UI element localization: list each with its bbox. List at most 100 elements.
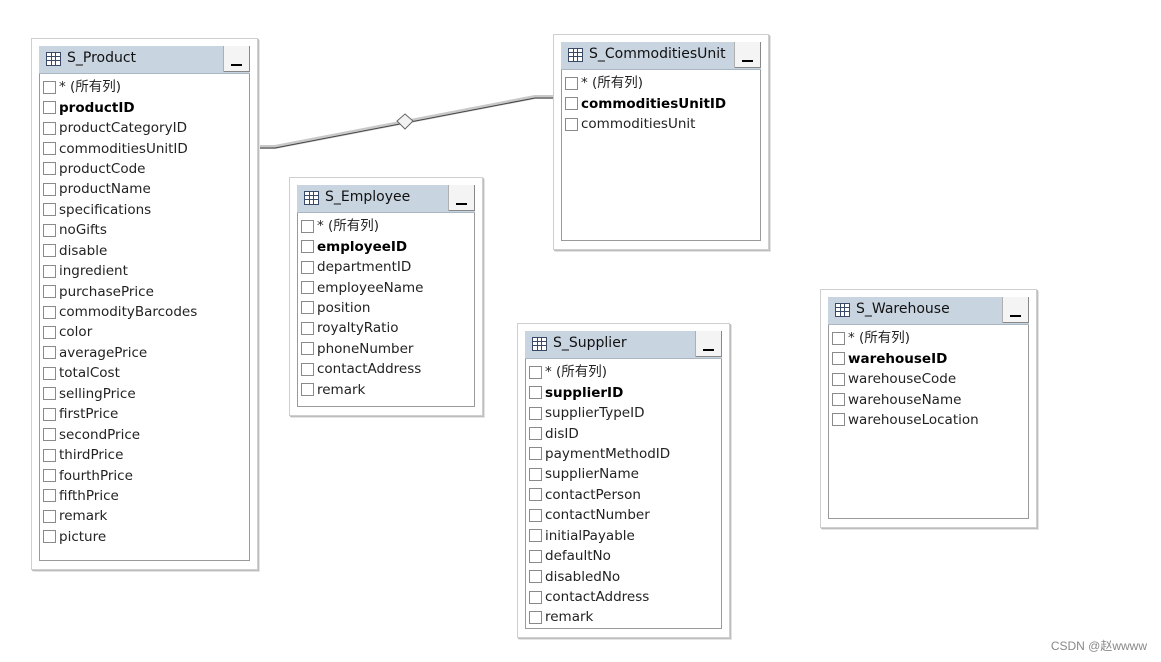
column-checkbox[interactable]: [832, 352, 845, 366]
column-row[interactable]: * (所有列): [829, 328, 1028, 348]
minimize-button[interactable]: [734, 42, 761, 68]
column-checkbox[interactable]: [43, 121, 56, 135]
column-row[interactable]: paymentMethodID: [526, 444, 721, 464]
column-checkbox[interactable]: [529, 406, 542, 420]
column-checkbox[interactable]: [43, 305, 56, 319]
column-row[interactable]: warehouseCode: [829, 369, 1028, 389]
column-checkbox[interactable]: [43, 448, 56, 462]
column-checkbox[interactable]: [832, 372, 845, 386]
column-row[interactable]: * (所有列): [526, 362, 721, 382]
column-row[interactable]: contactAddress: [298, 359, 474, 379]
column-checkbox[interactable]: [43, 182, 56, 196]
column-row[interactable]: sellingPrice: [40, 384, 249, 404]
column-checkbox[interactable]: [529, 610, 542, 624]
column-checkbox[interactable]: [301, 362, 314, 376]
column-checkbox[interactable]: [832, 331, 845, 345]
column-row[interactable]: supplierName: [526, 464, 721, 484]
column-row[interactable]: initialPayable: [526, 526, 721, 546]
column-row[interactable]: averagePrice: [40, 343, 249, 363]
table-s-product[interactable]: S_Product * (所有列) productID productCategor…: [31, 38, 258, 570]
column-row[interactable]: * (所有列): [562, 73, 760, 93]
column-row[interactable]: remark: [526, 607, 721, 627]
column-checkbox[interactable]: [43, 387, 56, 401]
column-row[interactable]: supplierID: [526, 382, 721, 402]
column-row[interactable]: commoditiesUnitID: [40, 138, 249, 158]
column-row[interactable]: phoneNumber: [298, 339, 474, 359]
column-checkbox[interactable]: [301, 219, 314, 233]
column-checkbox[interactable]: [529, 529, 542, 543]
column-row[interactable]: warehouseLocation: [829, 410, 1028, 430]
column-row[interactable]: productCode: [40, 159, 249, 179]
table-s-employee[interactable]: S_Employee * (所有列) employeeID departmentID…: [289, 177, 483, 416]
column-row[interactable]: productName: [40, 179, 249, 199]
column-checkbox[interactable]: [529, 427, 542, 441]
column-checkbox[interactable]: [43, 264, 56, 278]
column-row[interactable]: specifications: [40, 200, 249, 220]
column-row[interactable]: commodityBarcodes: [40, 302, 249, 322]
title-bar[interactable]: S_CommoditiesUnit: [561, 42, 761, 70]
column-row[interactable]: disID: [526, 423, 721, 443]
column-row[interactable]: employeeID: [298, 236, 474, 256]
column-checkbox[interactable]: [529, 386, 542, 400]
column-row[interactable]: * (所有列): [298, 216, 474, 236]
column-checkbox[interactable]: [565, 76, 578, 90]
column-row[interactable]: contactPerson: [526, 485, 721, 505]
minimize-button[interactable]: [695, 331, 722, 357]
column-checkbox[interactable]: [43, 203, 56, 217]
minimize-button[interactable]: [448, 185, 475, 211]
column-row[interactable]: position: [298, 298, 474, 318]
column-checkbox[interactable]: [301, 342, 314, 356]
column-row[interactable]: disable: [40, 241, 249, 261]
column-row[interactable]: productCategoryID: [40, 118, 249, 138]
column-row[interactable]: commoditiesUnit: [562, 114, 760, 134]
title-bar[interactable]: S_Product: [39, 46, 250, 74]
column-checkbox[interactable]: [529, 365, 542, 379]
column-row[interactable]: warehouseName: [829, 389, 1028, 409]
column-checkbox[interactable]: [43, 530, 56, 544]
table-s-commoditiesunit[interactable]: S_CommoditiesUnit * (所有列) commoditiesUnit…: [553, 34, 769, 250]
column-row[interactable]: disabledNo: [526, 566, 721, 586]
column-checkbox[interactable]: [43, 366, 56, 380]
column-row[interactable]: remark: [40, 506, 249, 526]
column-checkbox[interactable]: [832, 393, 845, 407]
column-row[interactable]: commoditiesUnitID: [562, 93, 760, 113]
column-checkbox[interactable]: [529, 570, 542, 584]
column-row[interactable]: picture: [40, 527, 249, 547]
column-row[interactable]: remark: [298, 380, 474, 400]
column-row[interactable]: fourthPrice: [40, 465, 249, 485]
column-row[interactable]: departmentID: [298, 257, 474, 277]
column-checkbox[interactable]: [529, 447, 542, 461]
column-checkbox[interactable]: [301, 281, 314, 295]
column-row[interactable]: supplierTypeID: [526, 403, 721, 423]
column-row[interactable]: defaultNo: [526, 546, 721, 566]
column-checkbox[interactable]: [43, 80, 56, 94]
column-checkbox[interactable]: [529, 508, 542, 522]
column-checkbox[interactable]: [43, 223, 56, 237]
title-bar[interactable]: S_Employee: [297, 185, 475, 213]
column-row[interactable]: productID: [40, 97, 249, 117]
column-checkbox[interactable]: [43, 346, 56, 360]
column-checkbox[interactable]: [301, 301, 314, 315]
column-checkbox[interactable]: [43, 407, 56, 421]
column-checkbox[interactable]: [529, 488, 542, 502]
column-row[interactable]: fifthPrice: [40, 486, 249, 506]
column-checkbox[interactable]: [43, 325, 56, 339]
minimize-button[interactable]: [223, 46, 250, 72]
column-checkbox[interactable]: [43, 428, 56, 442]
table-s-warehouse[interactable]: S_Warehouse * (所有列) warehouseID warehouseC…: [820, 289, 1037, 528]
column-row[interactable]: warehouseID: [829, 348, 1028, 368]
column-row[interactable]: contactNumber: [526, 505, 721, 525]
title-bar[interactable]: S_Warehouse: [828, 297, 1029, 325]
column-checkbox[interactable]: [43, 285, 56, 299]
column-checkbox[interactable]: [529, 549, 542, 563]
column-row[interactable]: ingredient: [40, 261, 249, 281]
column-row[interactable]: color: [40, 322, 249, 342]
column-row[interactable]: purchasePrice: [40, 281, 249, 301]
column-checkbox[interactable]: [529, 590, 542, 604]
column-row[interactable]: totalCost: [40, 363, 249, 383]
column-checkbox[interactable]: [565, 97, 578, 111]
column-checkbox[interactable]: [529, 467, 542, 481]
column-checkbox[interactable]: [565, 117, 578, 131]
column-checkbox[interactable]: [301, 240, 314, 254]
column-checkbox[interactable]: [43, 489, 56, 503]
